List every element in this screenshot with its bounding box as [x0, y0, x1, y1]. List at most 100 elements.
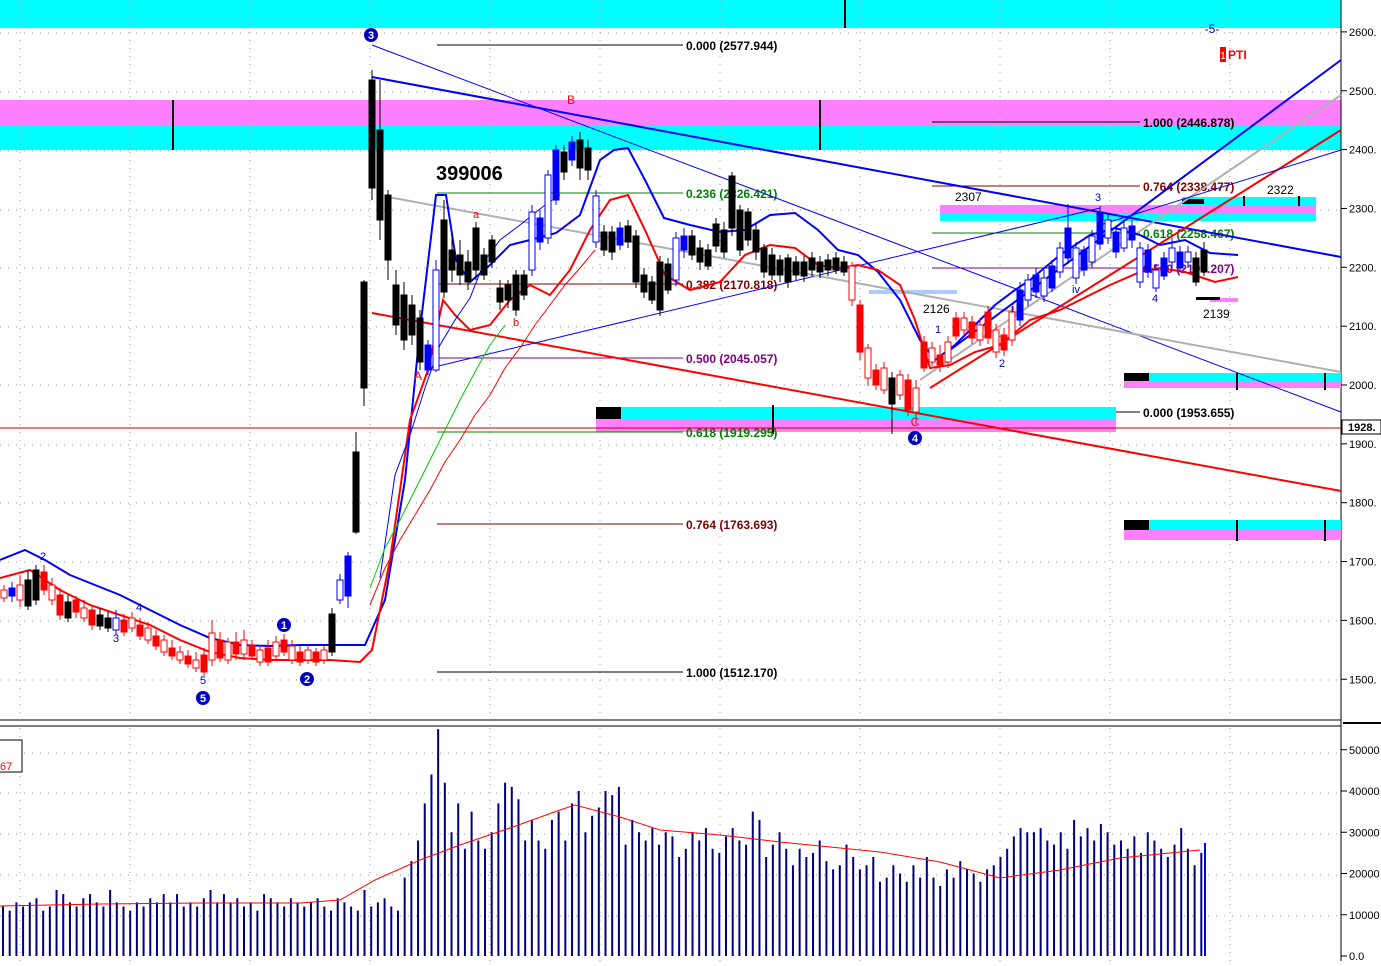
- candle-body: [248, 644, 256, 657]
- candle-body: [856, 304, 864, 353]
- candle-body: [152, 635, 160, 647]
- candle-body: [1096, 211, 1104, 245]
- candle-body: [728, 175, 736, 229]
- fib-right-label: 1.000 (2446.878): [1143, 116, 1234, 130]
- volume-tick-label: 0.0: [1349, 951, 1364, 961]
- resistance-band-cyan: [0, 126, 1341, 150]
- candle-body: [216, 639, 224, 659]
- candle-body: [328, 613, 336, 653]
- candle-body: [392, 284, 400, 326]
- band-2000-marker: [1124, 373, 1149, 381]
- candle-body: [1112, 231, 1120, 253]
- candle-body: [416, 317, 424, 363]
- candle-body: [1128, 225, 1136, 241]
- price-chart[interactable]: 0.000 (2577.944)0.236 (2326.421)0.382 (2…: [0, 0, 1381, 963]
- candle-body: [176, 651, 184, 661]
- candle-body: [808, 257, 816, 271]
- fib-label: 0.764 (1763.693): [686, 518, 777, 532]
- candle-body: [1024, 279, 1032, 301]
- volume-tick-label: 20000: [1349, 869, 1380, 881]
- candle-body: [128, 617, 136, 629]
- price-label-2307: 2307: [955, 190, 982, 204]
- wave-label-i: i: [1012, 303, 1014, 315]
- candle-body: [1168, 247, 1176, 263]
- candle-body: [1144, 249, 1152, 273]
- candle-body: [680, 235, 688, 251]
- candle-body: [1200, 249, 1208, 273]
- candle-body: [720, 229, 728, 253]
- candle-body: [344, 555, 352, 597]
- candle-body: [1176, 251, 1184, 269]
- candle-body: [640, 274, 648, 293]
- candle-body: [752, 229, 760, 253]
- candle-body: [72, 599, 80, 613]
- wave-label-iv: iv: [1072, 284, 1080, 296]
- chart-id-label: 399006: [436, 163, 503, 185]
- candle-body: [320, 649, 328, 661]
- candle-body: [80, 607, 88, 619]
- candle-body: [792, 261, 800, 276]
- candle-body: [912, 387, 920, 413]
- candle-body: [1088, 235, 1096, 263]
- wave-label-3: 3: [1095, 192, 1101, 204]
- price-tick-label: 1800.: [1349, 498, 1377, 510]
- candle-body: [768, 254, 776, 276]
- volume-tick-label: 10000: [1349, 910, 1380, 922]
- price-tick-label: 1600.: [1349, 615, 1377, 627]
- wave-label-A: A: [414, 369, 422, 383]
- support-band-marker: [596, 407, 621, 419]
- candle-body: [776, 259, 784, 276]
- candle-body: [200, 654, 208, 673]
- candle-body: [232, 641, 240, 655]
- candle-body: [104, 617, 112, 629]
- price-tick-label: 2600.: [1349, 27, 1377, 39]
- candle-body: [296, 651, 304, 663]
- candle-body: [64, 601, 72, 619]
- candle-body: [688, 235, 696, 256]
- candle-body: [40, 571, 48, 591]
- wave-2-circled: 2: [304, 674, 310, 686]
- candle-body: [904, 379, 912, 411]
- candle-body: [976, 324, 984, 341]
- price-tick-label: 2200.: [1349, 262, 1377, 274]
- candle-body: [712, 223, 720, 247]
- wave-4-circled: 4: [912, 433, 919, 445]
- candle-body: [312, 651, 320, 663]
- candle-body: [1040, 277, 1048, 297]
- candle-body: [520, 274, 528, 296]
- candle-body: [624, 225, 632, 243]
- candle-body: [800, 261, 808, 277]
- price-label-2126: 2126: [923, 302, 950, 316]
- candle-body: [944, 341, 952, 363]
- support-band-cyan: [596, 407, 1116, 419]
- candle-body: [928, 347, 936, 363]
- candle-body: [560, 151, 568, 173]
- candle-body: [48, 584, 56, 601]
- candle-body: [1048, 265, 1056, 289]
- wave-label-B: B: [567, 93, 575, 107]
- candle-body: [96, 614, 104, 627]
- candle-body: [432, 269, 440, 371]
- candle-body: [528, 211, 536, 271]
- candle-body: [160, 639, 168, 653]
- candle-body: [672, 237, 680, 281]
- right-band-magenta: [940, 205, 1316, 213]
- wave-5-circled: 5: [200, 693, 206, 705]
- candle-body: [880, 367, 888, 391]
- candle-body: [736, 209, 744, 251]
- fib-label: 0.500 (2045.057): [686, 352, 777, 366]
- candle-body: [24, 579, 32, 607]
- candle-body: [552, 149, 560, 201]
- current-price-label: 1928.: [1348, 422, 1376, 434]
- ma-blue: [0, 146, 1239, 648]
- candle-body: [664, 263, 672, 291]
- axes: 2600. 2500. 2400. 2300. 2200. 2100. 2000. 1900.…: [1341, 27, 1381, 963]
- candle-body: [576, 139, 584, 169]
- candle-body: [824, 259, 832, 271]
- wave-label-3-left: 3: [113, 633, 119, 645]
- wave-label-ii: ii: [1018, 301, 1023, 313]
- candle-body: [1008, 311, 1016, 341]
- price-tick-label: 1900.: [1349, 439, 1377, 451]
- candle-body: [848, 265, 856, 301]
- candle-body: [424, 344, 432, 371]
